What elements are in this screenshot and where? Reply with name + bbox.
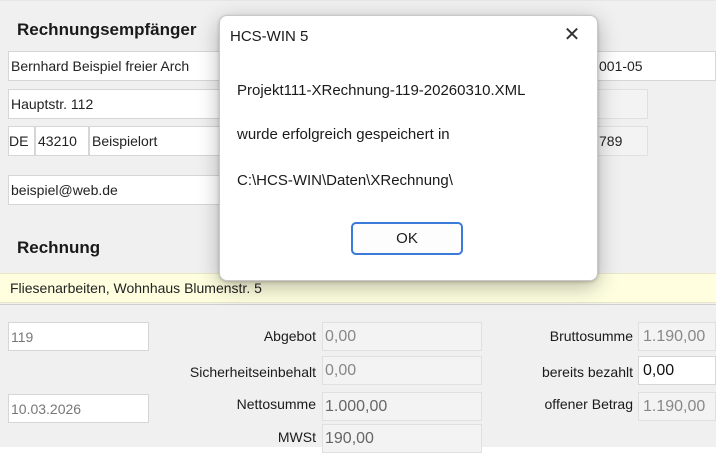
section-divider (0, 304, 716, 305)
recipient-section-title: Rechnungsempfänger (17, 20, 197, 39)
mwst-label: MWSt (277, 429, 316, 445)
offen-label: offener Betrag (544, 396, 633, 412)
brutto-label: Bruttosumme (549, 328, 633, 344)
dialog-path-text: C:\HCS-WIN\Daten\XRechnung\ (237, 172, 453, 189)
invoice-number-field[interactable]: 119 (8, 322, 149, 351)
save-confirmation-dialog: HCS-WIN 5 ✕ Projekt111-XRechnung-119-202… (219, 15, 598, 281)
recipient-city-field[interactable]: Beispielort (89, 126, 223, 156)
abgebot-label: Abgebot (263, 328, 316, 344)
recipient-country-field[interactable]: DE (8, 126, 35, 156)
invoice-section-title: Rechnung (17, 238, 101, 257)
offen-field[interactable]: 1.190,00 (638, 392, 716, 421)
abgebot-field[interactable]: 0,00 (322, 322, 482, 351)
recipient-id-field[interactable]: 001-05 (596, 51, 716, 81)
recipient-name-field[interactable]: Bernhard Beispiel freier Arch (8, 51, 223, 81)
recipient-zip-field[interactable]: 43210 (35, 126, 89, 156)
recipient-street-field[interactable]: Hauptstr. 112 (8, 89, 223, 119)
mwst-field[interactable]: 190,00 (322, 424, 482, 453)
recipient-email-field[interactable]: beispiel@web.de (8, 175, 223, 205)
bezahlt-field[interactable]: 0,00 (638, 356, 716, 385)
invoice-date-field[interactable]: 10.03.2026 (8, 394, 149, 423)
dialog-message-text: wurde erfolgreich gespeichert in (237, 126, 450, 143)
recipient-phone-field[interactable]: 789 (596, 126, 648, 156)
netto-label: Nettosumme (236, 396, 316, 412)
dialog-title: HCS-WIN 5 (230, 28, 309, 45)
sicherheit-field[interactable]: 0,00 (322, 356, 482, 385)
close-icon[interactable]: ✕ (561, 24, 583, 46)
dialog-filename-text: Projekt111-XRechnung-119-20260310.XML (237, 82, 526, 99)
ok-button[interactable]: OK (351, 222, 463, 255)
recipient-extra-field[interactable] (596, 89, 648, 119)
sicherheit-label: Sicherheitseinbehalt (189, 364, 316, 380)
invoice-subject-text: Fliesenarbeiten, Wohnhaus Blumenstr. 5 (10, 280, 262, 296)
brutto-field[interactable]: 1.190,00 (638, 322, 716, 351)
bezahlt-label: bereits bezahlt (541, 364, 633, 380)
netto-field[interactable]: 1.000,00 (322, 392, 482, 421)
